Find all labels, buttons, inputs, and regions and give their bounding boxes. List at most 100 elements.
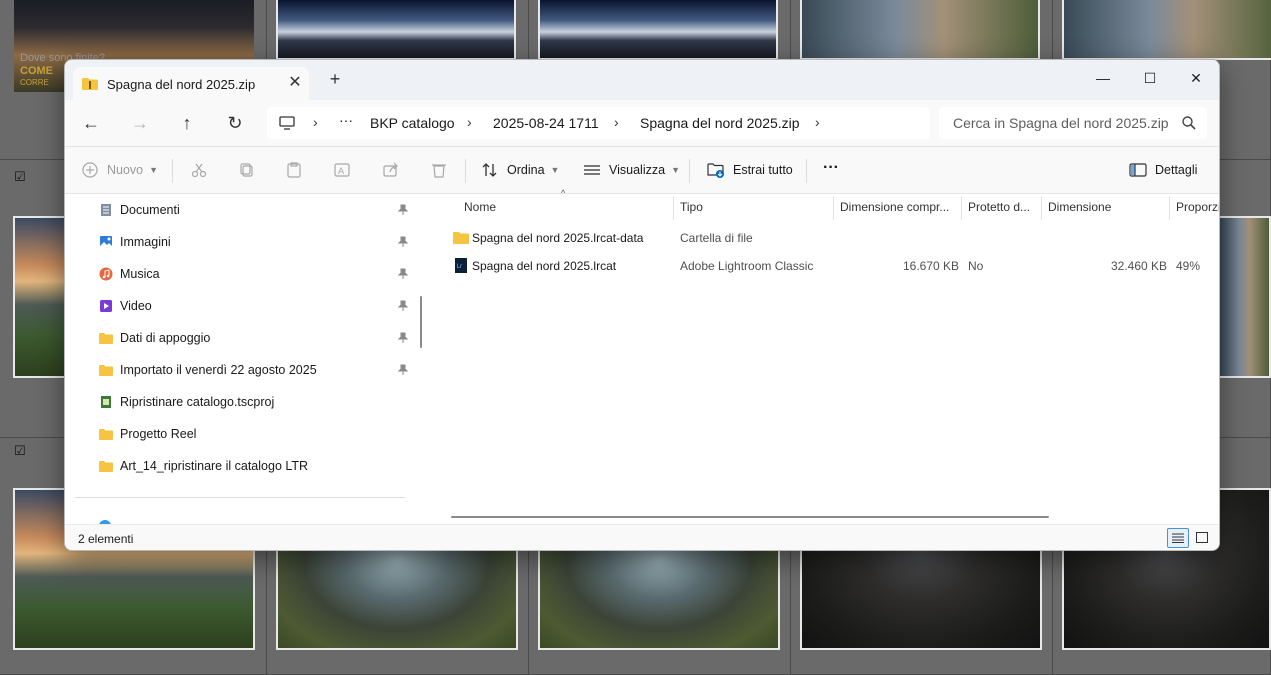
column-header-ratio[interactable]: Proporzi bbox=[1176, 200, 1219, 214]
sidebar-item-art-14[interactable]: Art_14_ripristinare il catalogo LTR bbox=[99, 456, 308, 476]
search-input[interactable]: Cerca in Spagna del nord 2025.zip bbox=[953, 115, 1169, 131]
column-divider[interactable] bbox=[833, 196, 834, 220]
breadcrumb-separator[interactable]: › bbox=[614, 114, 619, 130]
sidebar-item-immagini[interactable]: Immagini bbox=[99, 232, 171, 252]
file-size: 32.460 KB bbox=[1111, 259, 1168, 273]
breadcrumb-separator[interactable]: › bbox=[467, 114, 472, 130]
horizontal-scrollbar[interactable] bbox=[451, 516, 1049, 518]
view-label: Visualizza bbox=[609, 163, 666, 177]
view-button[interactable]: Visualizza ▼ bbox=[583, 159, 680, 181]
maximize-button[interactable]: ☐ bbox=[1135, 66, 1165, 90]
status-bar: 2 elementi bbox=[65, 524, 1219, 550]
search-box[interactable]: Cerca in Spagna del nord 2025.zip bbox=[939, 107, 1207, 139]
sidebar-scrollbar[interactable] bbox=[420, 296, 422, 348]
checkbox-icon[interactable]: ☑ bbox=[14, 171, 26, 184]
refresh-button[interactable]: ↻ bbox=[222, 111, 248, 135]
command-bar: Nuovo ▼ A Ordina ▼ Visualizza ▼ Estrai t… bbox=[65, 147, 1219, 194]
close-window-button[interactable]: ✕ bbox=[1181, 66, 1211, 90]
plus-circle-icon bbox=[82, 162, 98, 178]
divider bbox=[689, 159, 690, 183]
column-header-name[interactable]: Nome bbox=[464, 200, 496, 214]
file-row[interactable]: Spagna del nord 2025.lrcat-data Cartella… bbox=[431, 224, 1219, 252]
pin-icon[interactable] bbox=[398, 300, 408, 312]
details-label: Dettagli bbox=[1155, 163, 1198, 177]
sidebar-item-importato[interactable]: Importato il venerdì 22 agosto 2025 bbox=[99, 360, 317, 380]
breadcrumb-separator[interactable]: › bbox=[815, 114, 820, 130]
pin-icon[interactable] bbox=[398, 268, 408, 280]
pin-icon[interactable] bbox=[398, 204, 408, 216]
column-header-type[interactable]: Tipo bbox=[680, 200, 703, 214]
tab-zip-archive[interactable]: Spagna del nord 2025.zip ✕ bbox=[73, 67, 309, 100]
sidebar-item-video[interactable]: Video bbox=[99, 296, 152, 316]
delete-button[interactable] bbox=[430, 159, 456, 181]
breadcrumb-separator[interactable]: › bbox=[313, 114, 318, 130]
scissors-icon bbox=[191, 163, 207, 178]
pin-icon[interactable] bbox=[398, 364, 408, 376]
copy-button[interactable] bbox=[238, 159, 264, 181]
this-pc-icon[interactable] bbox=[279, 115, 295, 131]
share-button[interactable] bbox=[382, 159, 408, 181]
file-row[interactable]: Lr Spagna del nord 2025.lrcat Adobe Ligh… bbox=[431, 252, 1219, 280]
tiles-view-button[interactable] bbox=[1191, 528, 1213, 548]
cut-button[interactable] bbox=[190, 159, 216, 181]
folder-icon bbox=[99, 461, 113, 472]
column-divider[interactable] bbox=[673, 196, 674, 220]
photo-thumbnail[interactable] bbox=[1062, 0, 1271, 60]
details-view-button[interactable] bbox=[1167, 528, 1189, 548]
paste-button[interactable] bbox=[285, 159, 311, 181]
file-type: Cartella di file bbox=[680, 231, 753, 245]
forward-button[interactable]: → bbox=[127, 111, 153, 135]
photo-thumbnail[interactable] bbox=[800, 0, 1040, 60]
sort-button[interactable]: Ordina ▼ bbox=[481, 159, 559, 181]
breadcrumb-item[interactable]: Spagna del nord 2025.zip bbox=[640, 115, 800, 131]
pin-icon[interactable] bbox=[398, 332, 408, 344]
new-tab-button[interactable]: + bbox=[327, 70, 343, 88]
column-divider[interactable] bbox=[1041, 196, 1042, 220]
share-icon bbox=[383, 162, 399, 177]
checkbox-icon[interactable]: ☑ bbox=[14, 445, 26, 458]
sidebar-item-dati-di-appoggio[interactable]: Dati di appoggio bbox=[99, 328, 210, 348]
photo-thumbnail[interactable] bbox=[13, 216, 67, 378]
folder-icon bbox=[99, 333, 113, 344]
tab-title: Spagna del nord 2025.zip bbox=[107, 77, 256, 92]
address-bar[interactable]: › ··· BKP catalogo › 2025-08-24 1711 › S… bbox=[267, 107, 930, 139]
extract-all-button[interactable]: Estrai tutto bbox=[707, 159, 793, 181]
item-count: 2 elementi bbox=[78, 532, 134, 546]
pictures-icon bbox=[100, 236, 112, 248]
column-header-compressed-size[interactable]: Dimensione compr... bbox=[840, 200, 949, 214]
breadcrumb-item[interactable]: 2025-08-24 1711 bbox=[493, 115, 599, 131]
photo-thumbnail[interactable] bbox=[1218, 216, 1271, 378]
grid-cell[interactable] bbox=[1218, 160, 1271, 438]
tab-close-button[interactable]: ✕ bbox=[285, 73, 305, 93]
new-button[interactable]: Nuovo ▼ bbox=[81, 159, 158, 181]
photo-thumbnail[interactable] bbox=[538, 0, 778, 60]
sidebar-item-label: Immagini bbox=[120, 235, 171, 249]
sidebar-item-documenti[interactable]: Documenti bbox=[99, 200, 180, 220]
sidebar-item-musica[interactable]: Musica bbox=[99, 264, 160, 284]
details-view-icon bbox=[1172, 533, 1184, 543]
back-button[interactable]: ← bbox=[78, 111, 104, 135]
breadcrumb-item[interactable]: BKP catalogo bbox=[370, 115, 455, 131]
photo-thumbnail[interactable] bbox=[276, 0, 516, 60]
tiles-view-icon bbox=[1196, 532, 1208, 543]
sidebar-item-label: Musica bbox=[120, 267, 160, 281]
sidebar-item-progetto-reel[interactable]: Progetto Reel bbox=[99, 424, 196, 444]
rename-icon: A bbox=[334, 163, 350, 177]
column-divider[interactable] bbox=[1169, 196, 1170, 220]
rename-button[interactable]: A bbox=[333, 159, 359, 181]
column-header-protected[interactable]: Protetto d... bbox=[968, 200, 1030, 214]
breadcrumb-more[interactable]: ··· bbox=[339, 112, 353, 128]
pin-icon[interactable] bbox=[398, 236, 408, 248]
column-divider[interactable] bbox=[961, 196, 962, 220]
sidebar-item-label: Ripristinare catalogo.tscproj bbox=[120, 395, 275, 409]
file-explorer-window: Spagna del nord 2025.zip ✕ + — ☐ ✕ ← → ↑… bbox=[64, 59, 1220, 551]
details-pane-button[interactable]: Dettagli bbox=[1129, 159, 1197, 181]
up-button[interactable]: ↑ bbox=[174, 111, 200, 135]
column-header-size[interactable]: Dimensione bbox=[1048, 200, 1111, 214]
folder-icon bbox=[99, 429, 113, 440]
more-options-button[interactable]: ··· bbox=[823, 157, 839, 179]
zip-folder-icon bbox=[82, 78, 98, 90]
file-protected: No bbox=[968, 259, 984, 273]
sidebar-item-ripristinare-catalogo[interactable]: Ripristinare catalogo.tscproj bbox=[99, 392, 274, 412]
minimize-button[interactable]: — bbox=[1088, 66, 1118, 90]
